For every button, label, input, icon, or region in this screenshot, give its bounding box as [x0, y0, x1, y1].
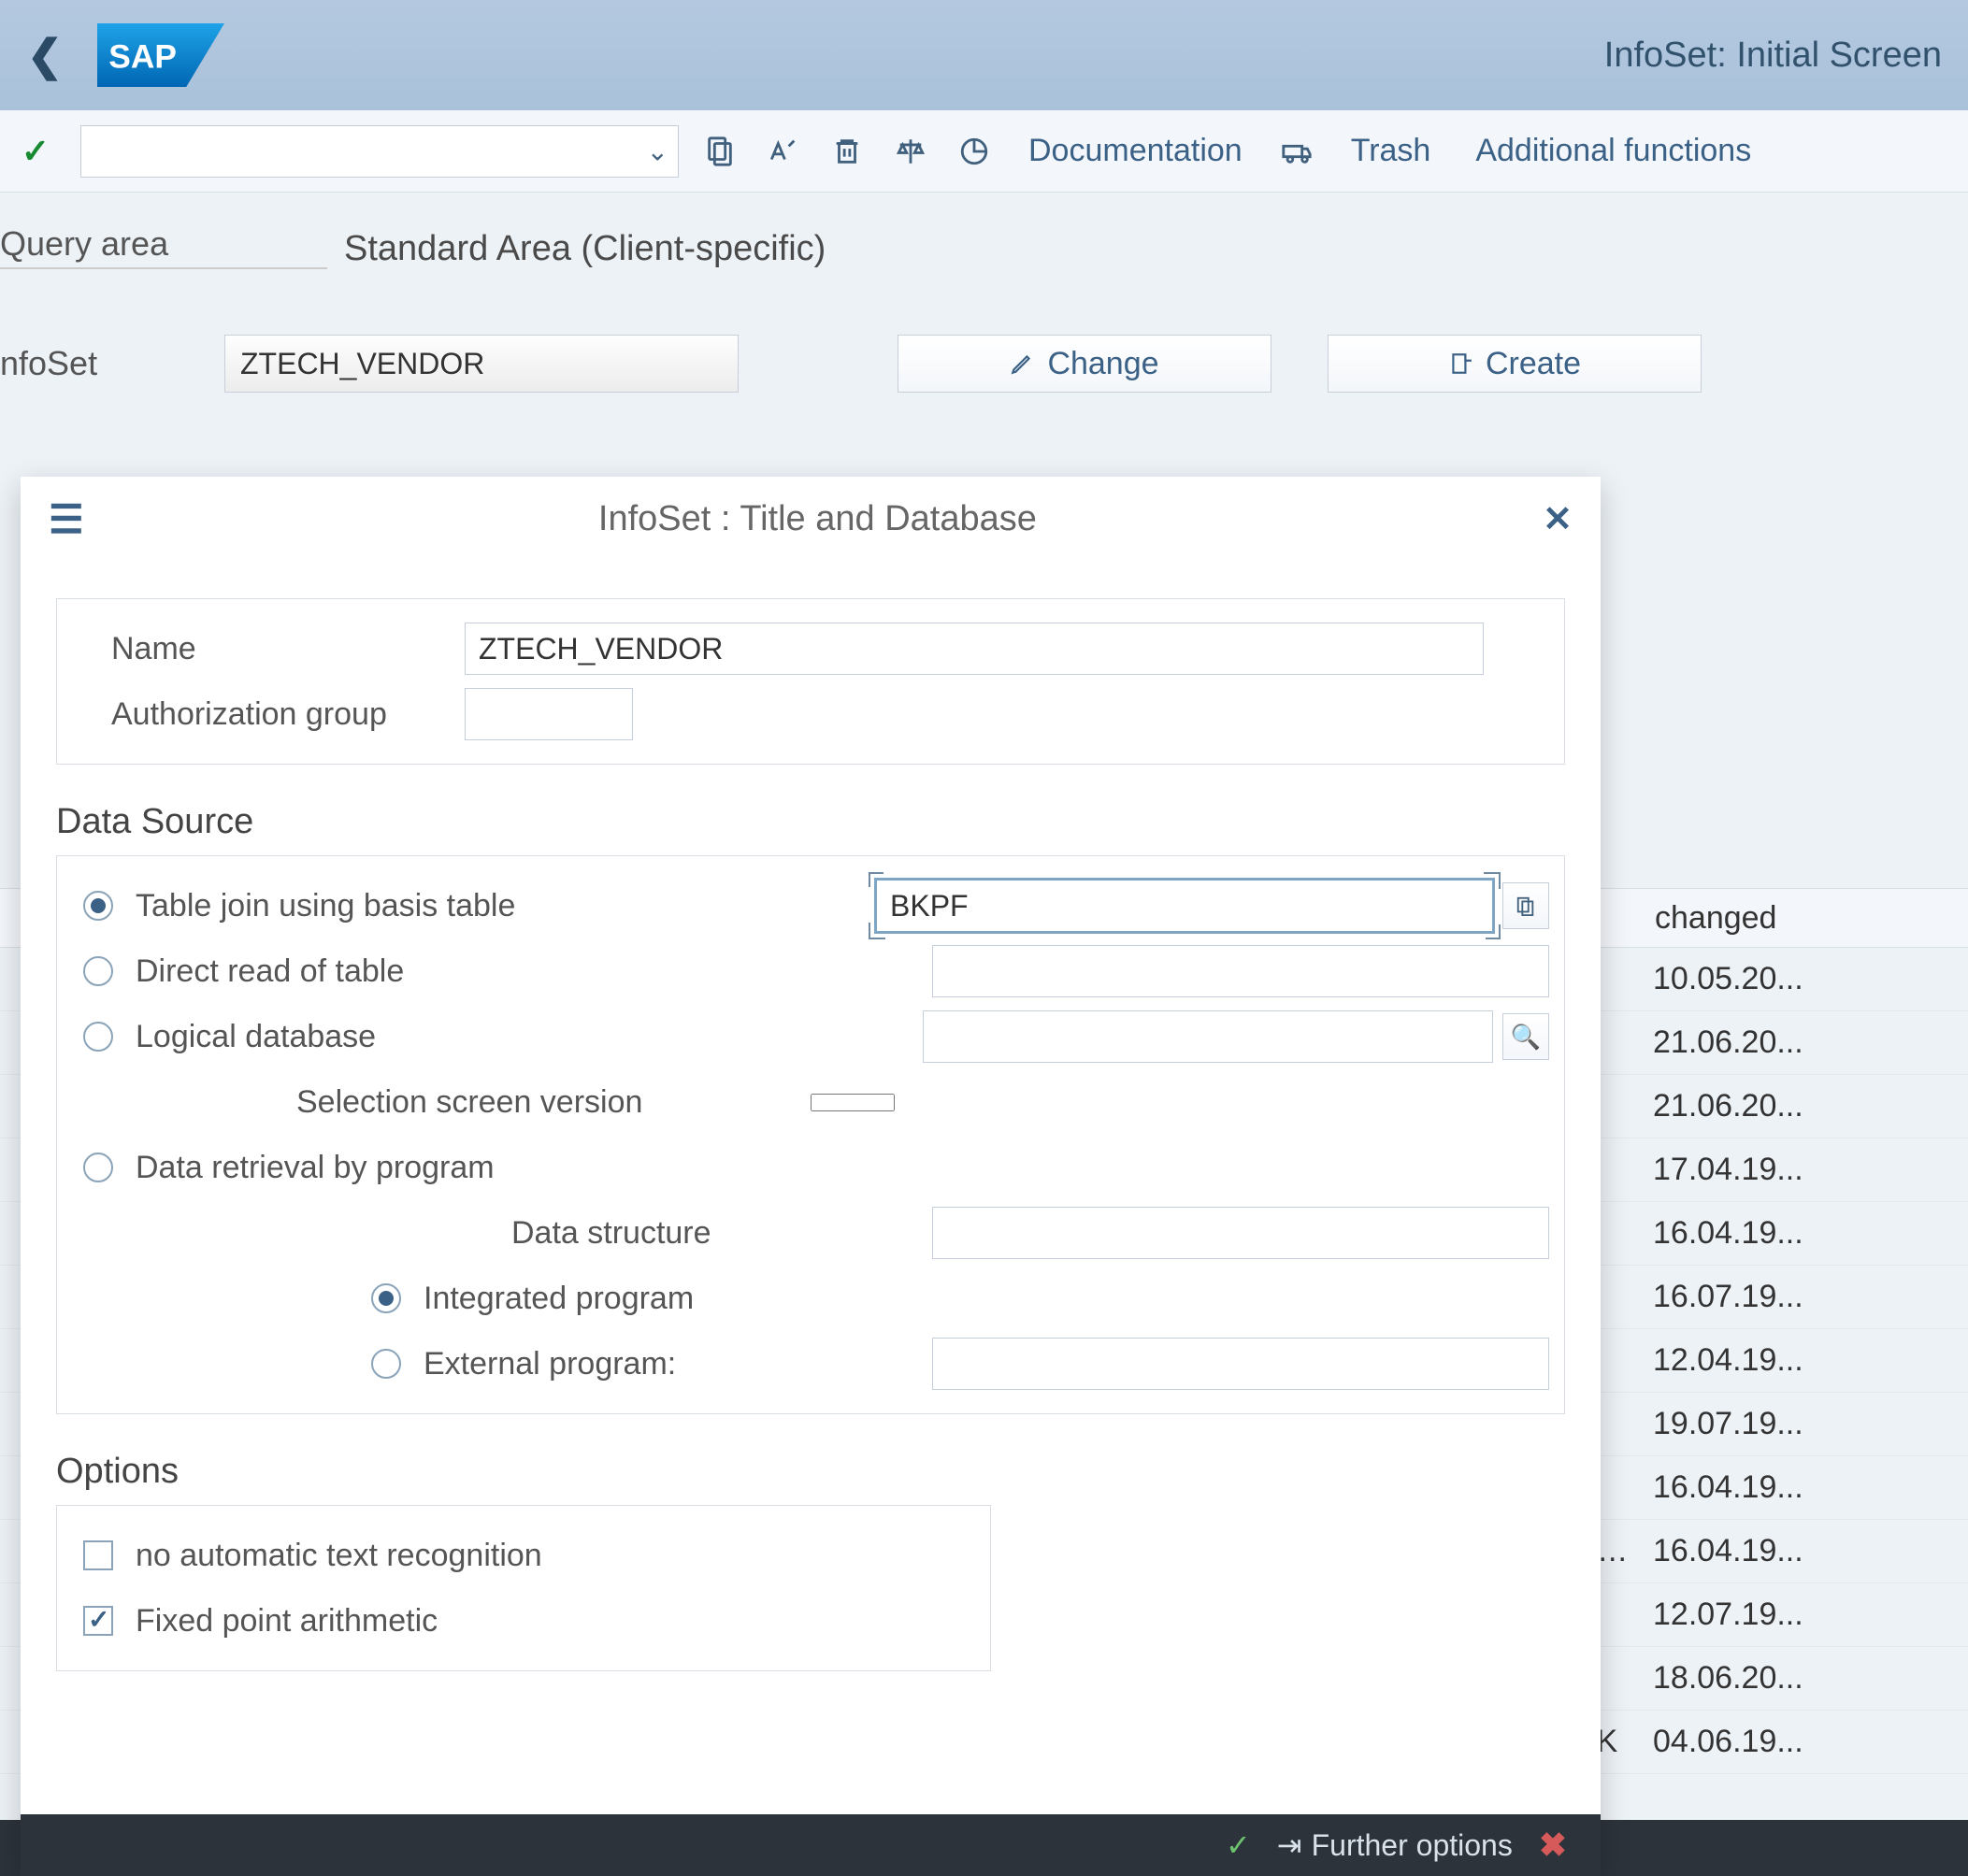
change-button[interactable]: Change [898, 335, 1271, 393]
toolbar: ✓ ⌄ Documentation Trash Additional funct… [0, 110, 1968, 193]
direct-read-input[interactable] [932, 945, 1549, 997]
chevron-down-icon[interactable]: ⌄ [647, 136, 668, 166]
row-col-changed: 04.06.19... [1653, 1724, 1849, 1760]
col-changed-header: changed [1655, 900, 1776, 937]
header-bar: ❮ SAP InfoSet: Initial Screen [0, 0, 1968, 110]
data-structure-label: Data structure [511, 1215, 711, 1252]
accept-icon[interactable]: ✓ [1226, 1827, 1251, 1863]
auth-group-label: Authorization group [72, 696, 465, 733]
documentation-link[interactable]: Documentation [1015, 133, 1256, 169]
radio-logical-db[interactable] [83, 1022, 113, 1052]
radio-external-program[interactable] [371, 1349, 401, 1379]
close-icon[interactable]: ✕ [1543, 498, 1573, 540]
additional-functions-link[interactable]: Additional functions [1462, 133, 1764, 169]
copy-icon[interactable] [697, 129, 742, 174]
infoset-label: nfoSet [0, 344, 224, 383]
radio-table-join[interactable] [83, 891, 113, 921]
checkbox-no-auto-text[interactable] [83, 1540, 113, 1570]
value-help-icon[interactable] [1502, 882, 1549, 929]
checkbox-fixed-point[interactable] [83, 1606, 113, 1636]
options-group: no automatic text recognition Fixed poin… [56, 1505, 991, 1671]
sap-logo: SAP [97, 23, 224, 87]
dialog-footer: ✓ ⇥ Further options ✖ [21, 1814, 1601, 1876]
table-join-value-input[interactable] [876, 880, 1493, 932]
target-icon[interactable] [952, 129, 997, 174]
name-input[interactable] [465, 623, 1484, 675]
radio-direct-read[interactable] [83, 956, 113, 986]
command-input[interactable]: ⌄ [80, 125, 679, 178]
radio-integrated-program[interactable] [371, 1283, 401, 1313]
auth-group-input[interactable] [465, 688, 633, 740]
row-col-changed: 16.04.19... [1653, 1533, 1849, 1569]
row-col-changed: 17.04.19... [1653, 1152, 1849, 1188]
row-col-changed: 12.04.19... [1653, 1342, 1849, 1379]
expand-icon: ⇥ [1277, 1827, 1302, 1863]
name-group: Name Authorization group [56, 598, 1565, 765]
cancel-icon[interactable]: ✖ [1539, 1826, 1567, 1865]
query-area-label: Query area [0, 224, 327, 269]
radio-direct-read-label: Direct read of table [136, 953, 404, 990]
pencil-icon [1010, 351, 1034, 376]
external-program-input[interactable] [932, 1338, 1549, 1390]
options-title: Options [56, 1452, 1565, 1492]
dialog-title-and-database: ☰ InfoSet : Title and Database ✕ Name Au… [21, 477, 1601, 1876]
infoset-row: nfoSet ZTECH_VENDOR Change Create [0, 279, 1968, 393]
row-col-changed: 16.07.19... [1653, 1279, 1849, 1315]
name-label: Name [72, 631, 465, 667]
row-col-changed: 16.04.19... [1653, 1469, 1849, 1506]
row-col-changed: 21.06.20... [1653, 1088, 1849, 1124]
radio-table-join-label: Table join using basis table [136, 888, 515, 924]
row-col-changed: 19.07.19... [1653, 1406, 1849, 1442]
radio-logical-db-label: Logical database [136, 1019, 376, 1055]
infoset-field[interactable]: ZTECH_VENDOR [224, 335, 739, 393]
hamburger-icon[interactable]: ☰ [49, 496, 81, 542]
data-source-title: Data Source [56, 802, 1565, 842]
query-area-value: Standard Area (Client-specific) [344, 229, 826, 269]
checkbox-fixed-point-label: Fixed point arithmetic [136, 1603, 438, 1640]
query-area-row: Query area Standard Area (Client-specifi… [0, 193, 1968, 279]
sel-screen-input[interactable] [811, 1094, 895, 1111]
radio-program[interactable] [83, 1153, 113, 1182]
svg-text:SAP: SAP [108, 39, 177, 76]
sel-screen-label: Selection screen version [296, 1084, 642, 1121]
ok-check-icon[interactable]: ✓ [17, 133, 54, 170]
data-source-group: Table join using basis table Direct read… [56, 855, 1565, 1414]
scales-icon[interactable] [888, 129, 933, 174]
create-button[interactable]: Create [1328, 335, 1702, 393]
row-col-changed: 18.06.20... [1653, 1660, 1849, 1697]
trash-icon[interactable] [825, 129, 869, 174]
back-button[interactable]: ❮ [11, 21, 79, 89]
search-help-icon[interactable]: 🔍 [1502, 1013, 1549, 1060]
radio-integrated-program-label: Integrated program [424, 1281, 694, 1317]
row-col-changed: 21.06.20... [1653, 1024, 1849, 1061]
row-col-changed: 16.04.19... [1653, 1215, 1849, 1252]
dialog-title: InfoSet : Title and Database [93, 499, 1544, 539]
rename-ab-icon[interactable] [761, 129, 806, 174]
radio-external-program-label: External program: [424, 1346, 676, 1382]
new-page-icon [1448, 351, 1472, 376]
dialog-header: ☰ InfoSet : Title and Database ✕ [21, 477, 1601, 561]
further-options-link[interactable]: ⇥ Further options [1277, 1827, 1513, 1863]
data-structure-input[interactable] [932, 1207, 1549, 1259]
row-col-changed: 10.05.20... [1653, 961, 1849, 997]
radio-program-label: Data retrieval by program [136, 1150, 495, 1186]
row-col-changed: 12.07.19... [1653, 1597, 1849, 1633]
transport-icon[interactable] [1274, 129, 1319, 174]
logical-db-input[interactable] [923, 1010, 1493, 1063]
page-title: InfoSet: Initial Screen [1604, 36, 1942, 76]
trash-link[interactable]: Trash [1338, 133, 1444, 169]
checkbox-no-auto-text-label: no automatic text recognition [136, 1538, 542, 1574]
